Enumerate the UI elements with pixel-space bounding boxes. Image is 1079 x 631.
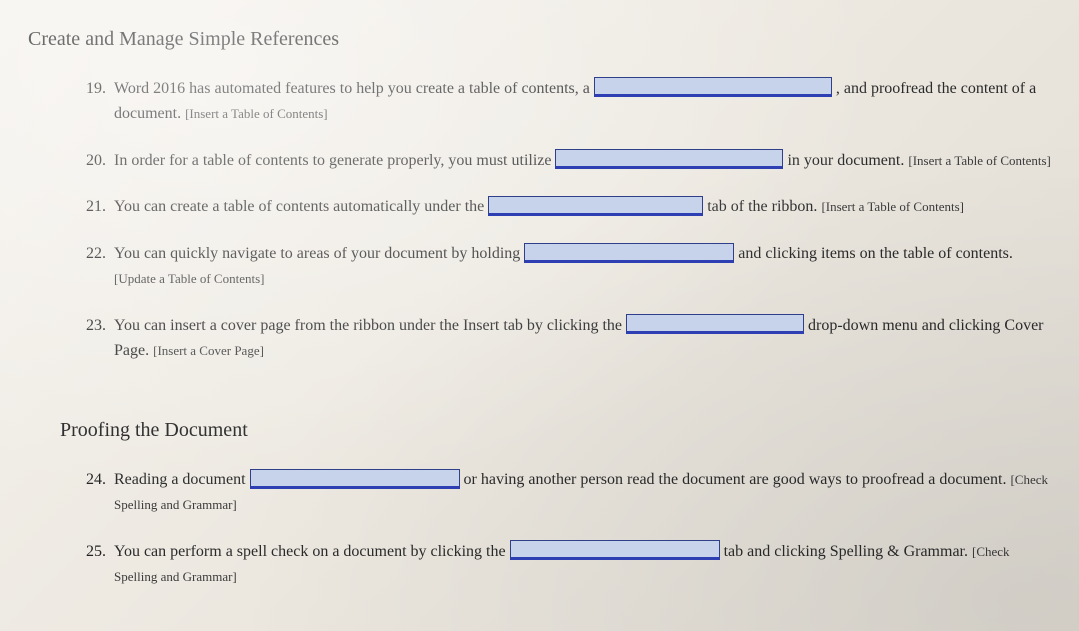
fill-blank[interactable] <box>510 540 720 560</box>
question-number: 22. <box>84 242 114 292</box>
question-text: tab of the ribbon. <box>707 198 821 215</box>
question-hint: [Insert a Table of Contents] <box>821 199 964 214</box>
question-text: or having another person read the docume… <box>464 471 1011 488</box>
question-text: You can quickly navigate to areas of you… <box>114 245 524 262</box>
question-hint: [Insert a Cover Page] <box>153 343 264 358</box>
question-text: You can create a table of contents autom… <box>114 198 488 215</box>
question-list-references: 19. Word 2016 has automated features to … <box>84 77 1055 363</box>
section-heading-proofing: Proofing the Document <box>60 419 1055 442</box>
fill-blank[interactable] <box>626 314 804 334</box>
question-number: 23. <box>84 314 114 364</box>
fill-blank[interactable] <box>594 77 832 97</box>
question-text: You can insert a cover page from the rib… <box>114 317 626 334</box>
question-body: You can perform a spell check on a docum… <box>114 540 1055 590</box>
question-number: 25. <box>84 540 114 590</box>
question-text: Word 2016 has automated features to help… <box>114 80 594 97</box>
question-hint: [Update a Table of Contents] <box>114 271 264 286</box>
question-23: 23. You can insert a cover page from the… <box>84 314 1055 364</box>
question-text: In order for a table of contents to gene… <box>114 152 555 169</box>
question-hint: [Insert a Table of Contents] <box>185 106 328 121</box>
section-heading-references: Create and Manage Simple References <box>28 28 1055 51</box>
question-body: You can quickly navigate to areas of you… <box>114 242 1055 292</box>
question-text: and clicking items on the table of conte… <box>738 245 1013 262</box>
question-body: You can create a table of contents autom… <box>114 195 1055 220</box>
fill-blank[interactable] <box>488 196 703 216</box>
question-number: 24. <box>84 468 114 518</box>
question-list-proofing: 24. Reading a document or having another… <box>84 468 1055 589</box>
question-number: 21. <box>84 195 114 220</box>
question-20: 20. In order for a table of contents to … <box>84 149 1055 174</box>
fill-blank[interactable] <box>524 243 734 263</box>
question-body: You can insert a cover page from the rib… <box>114 314 1055 364</box>
question-19: 19. Word 2016 has automated features to … <box>84 77 1055 127</box>
question-text: You can perform a spell check on a docum… <box>114 543 510 560</box>
fill-blank[interactable] <box>250 469 460 489</box>
question-text: Reading a document <box>114 471 250 488</box>
question-hint: [Insert a Table of Contents] <box>908 153 1051 168</box>
question-text: tab and clicking Spelling & Grammar. <box>724 543 972 560</box>
question-body: In order for a table of contents to gene… <box>114 149 1055 174</box>
question-body: Reading a document or having another per… <box>114 468 1055 518</box>
question-number: 20. <box>84 149 114 174</box>
question-24: 24. Reading a document or having another… <box>84 468 1055 518</box>
question-body: Word 2016 has automated features to help… <box>114 77 1055 127</box>
question-25: 25. You can perform a spell check on a d… <box>84 540 1055 590</box>
question-22: 22. You can quickly navigate to areas of… <box>84 242 1055 292</box>
question-text: in your document. <box>787 152 908 169</box>
question-21: 21. You can create a table of contents a… <box>84 195 1055 220</box>
fill-blank[interactable] <box>555 149 783 169</box>
question-number: 19. <box>84 77 114 127</box>
